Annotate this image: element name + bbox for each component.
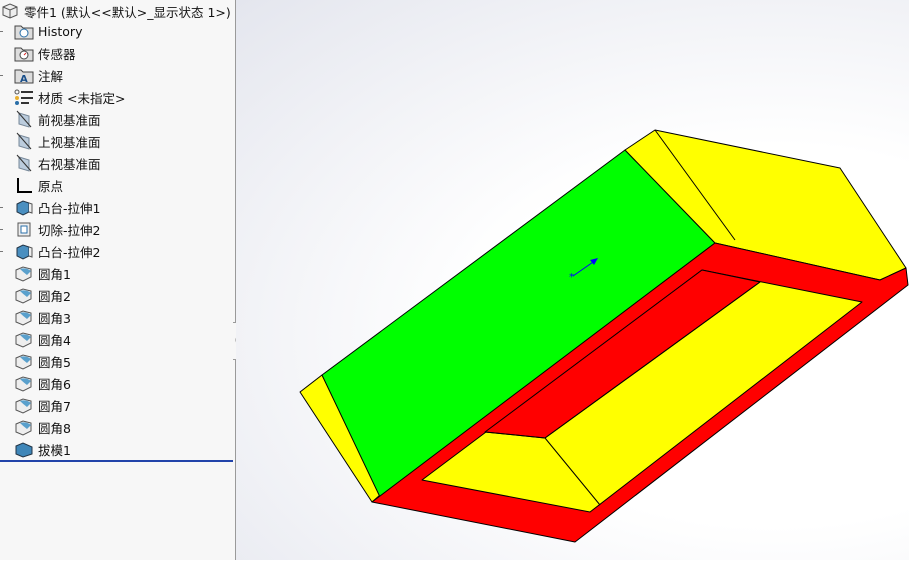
tree-item-label: 圆角3 <box>38 310 71 326</box>
3d-model: * <box>299 129 909 543</box>
draft-icon <box>15 442 33 458</box>
tree-item-label: 圆角1 <box>38 266 71 282</box>
tree-item-label: 原点 <box>38 178 64 194</box>
fillet-icon <box>15 354 32 370</box>
tree-item[interactable]: 圆角8 <box>14 416 71 438</box>
tree-item-label: 拔模1 <box>38 442 71 458</box>
tree-item-label: 圆角6 <box>38 376 71 392</box>
plane-icon <box>16 132 32 150</box>
fillet-icon <box>15 288 32 304</box>
expand-marker[interactable] <box>0 229 3 230</box>
expand-marker[interactable] <box>0 251 3 252</box>
tree-item[interactable]: 凸台-拉伸2 <box>14 240 100 262</box>
tree-item-label: 凸台-拉伸1 <box>38 200 101 216</box>
expand-marker[interactable] <box>0 207 3 208</box>
tree-item-label: History <box>38 23 83 39</box>
material-icon <box>14 89 33 105</box>
boss-extrude-icon <box>16 200 33 216</box>
tree-item-label: 凸台-拉伸2 <box>38 244 101 260</box>
history-folder-icon <box>14 25 34 40</box>
tree-item[interactable]: History <box>14 20 82 42</box>
tree-item[interactable]: 右视基准面 <box>14 152 101 174</box>
tree-item-label: 圆角2 <box>38 288 71 304</box>
plane-icon <box>16 110 32 128</box>
fillet-icon <box>15 310 32 326</box>
fillet-icon <box>15 420 32 436</box>
tree-item[interactable]: 圆角1 <box>14 262 71 284</box>
annotation-folder-icon: A <box>14 69 34 84</box>
expand-marker[interactable] <box>0 31 3 32</box>
svg-text:A: A <box>20 74 28 84</box>
tree-item-label: 上视基准面 <box>38 134 101 150</box>
tree-item-label: 圆角5 <box>38 354 71 370</box>
sensor-folder-icon <box>14 47 34 62</box>
tree-item-label: 圆角8 <box>38 420 71 436</box>
tree-item[interactable]: 圆角7 <box>14 394 71 416</box>
tree-item[interactable]: 前视基准面 <box>14 108 101 130</box>
tree-item[interactable]: 切除-拉伸2 <box>14 218 100 240</box>
fillet-icon <box>15 376 32 392</box>
tree-item-label: 前视基准面 <box>38 112 101 128</box>
feature-manager-tree: 零件1 (默认<<默认>_显示状态 1>) History 传感器 A 注解材质 <未… <box>0 0 236 560</box>
tree-item-label: 圆角4 <box>38 332 71 348</box>
boss-extrude-icon <box>16 244 33 260</box>
cut-extrude-icon <box>17 222 31 237</box>
tree-root-part[interactable]: 零件1 (默认<<默认>_显示状态 1>) <box>0 0 231 22</box>
tree-item-label: 圆角7 <box>38 398 71 414</box>
tree-item-label: 注解 <box>38 68 64 84</box>
origin-icon <box>17 178 32 193</box>
plane-icon <box>16 154 32 172</box>
tree-item[interactable]: 圆角4 <box>14 328 71 350</box>
part-icon <box>2 3 18 19</box>
tree-item[interactable]: 材质 <未指定> <box>14 86 125 108</box>
tree-item-label: 右视基准面 <box>38 156 101 172</box>
fillet-icon <box>15 266 32 282</box>
tree-item[interactable]: 原点 <box>14 174 63 196</box>
fillet-icon <box>15 332 32 348</box>
tree-item[interactable]: 拔模1 <box>14 438 71 460</box>
tree-item[interactable]: 凸台-拉伸1 <box>14 196 100 218</box>
rollback-bar[interactable] <box>0 460 233 462</box>
expand-marker[interactable] <box>0 75 3 76</box>
fillet-icon <box>15 398 32 414</box>
graphics-viewport[interactable]: * <box>236 0 909 560</box>
tree-item[interactable]: 圆角5 <box>14 350 71 372</box>
tree-item[interactable]: A 注解 <box>14 64 63 86</box>
tree-item-label: 材质 <未指定> <box>38 90 126 106</box>
svg-text:*: * <box>569 272 574 283</box>
tree-item[interactable]: 圆角3 <box>14 306 71 328</box>
tree-item-label: 切除-拉伸2 <box>38 222 101 238</box>
tree-item[interactable]: 圆角2 <box>14 284 71 306</box>
tree-item-label: 传感器 <box>38 46 76 62</box>
tree-item[interactable]: 上视基准面 <box>14 130 101 152</box>
tree-item[interactable]: 传感器 <box>14 42 76 64</box>
tree-item[interactable]: 圆角6 <box>14 372 71 394</box>
